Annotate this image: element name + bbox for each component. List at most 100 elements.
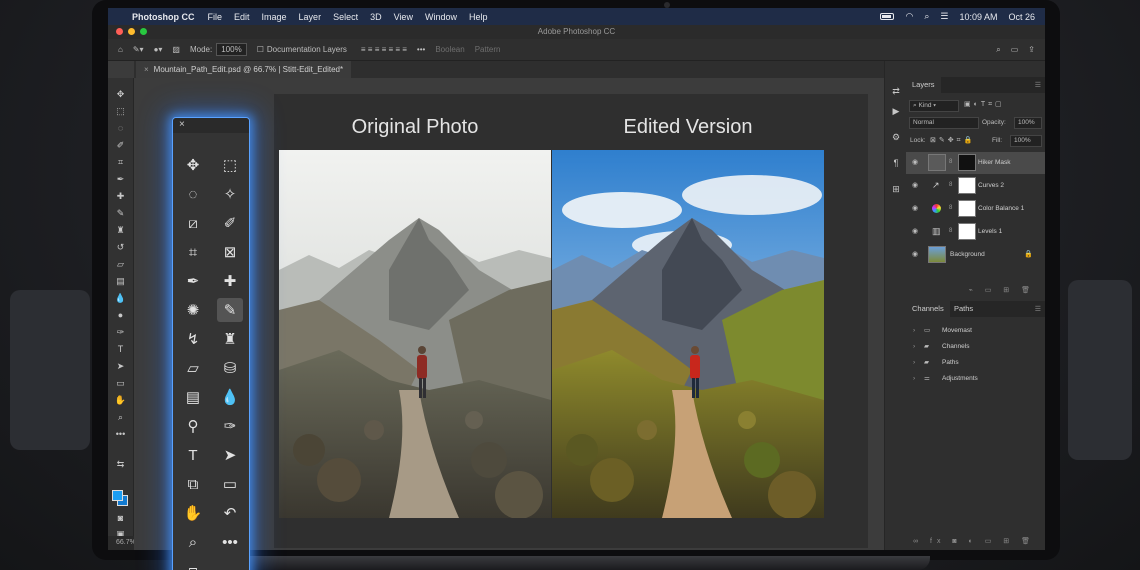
- mode-select[interactable]: 100%: [216, 43, 247, 56]
- lasso-tool-icon[interactable]: ◌: [114, 122, 127, 134]
- panel-footer-icons[interactable]: ∞ fx ◙ ◐ ▭ ⊞ 🗑: [906, 537, 1045, 549]
- panel-menu-icon[interactable]: ☰: [1035, 305, 1041, 313]
- menu-file[interactable]: File: [208, 12, 223, 22]
- layers-footer-icons[interactable]: ⌁ ▭ ⊞ 🗑: [906, 286, 1045, 298]
- eyedropper-tool-icon[interactable]: ✒: [114, 173, 127, 185]
- eye-icon[interactable]: ◉: [912, 250, 918, 258]
- magic-wand-tool-icon[interactable]: ✧: [217, 182, 243, 206]
- quick-select-tool-icon[interactable]: ✐: [114, 139, 127, 151]
- lasso-tool-icon[interactable]: ◌: [180, 182, 206, 206]
- healing-tool-icon[interactable]: ✚: [114, 190, 127, 202]
- layer-row[interactable]: ◉ Background 🔒: [906, 244, 1045, 266]
- layer-row[interactable]: ◉ ↗ 8 Curves 2: [906, 175, 1045, 197]
- blur-tool-icon[interactable]: 💧: [114, 292, 127, 304]
- zoom-tool-icon[interactable]: ⌕: [114, 411, 127, 423]
- menu-select[interactable]: Select: [333, 12, 358, 22]
- screen-mode-icon[interactable]: ⧈: [180, 559, 206, 570]
- boolean-button[interactable]: Boolean: [435, 45, 464, 54]
- path-select-tool-icon[interactable]: ➤: [114, 360, 127, 372]
- close-panel-icon[interactable]: ×: [179, 119, 185, 130]
- move-tool-icon[interactable]: ✥: [114, 88, 127, 100]
- panel-menu-icon[interactable]: ☰: [1035, 81, 1041, 89]
- pen-tool-icon[interactable]: ✑: [114, 326, 127, 338]
- stamp-tool-icon[interactable]: ♜: [114, 224, 127, 236]
- chevron-right-icon[interactable]: ›: [913, 323, 915, 339]
- align-icons[interactable]: ≡ ≡ ≡ ≡ ≡ ≡ ≡: [361, 45, 407, 54]
- dodge-tool-icon[interactable]: ●: [114, 309, 127, 321]
- document-canvas[interactable]: Original Photo Edited Version: [274, 94, 868, 548]
- battery-icon[interactable]: [880, 13, 895, 20]
- rectangle-tool-icon[interactable]: ▭: [217, 472, 243, 496]
- menu-3d[interactable]: 3D: [370, 12, 382, 22]
- glyphs-panel-icon[interactable]: ⊞: [890, 183, 902, 195]
- type-tool-icon[interactable]: T: [180, 443, 206, 467]
- more-tools-icon[interactable]: •••: [217, 530, 243, 554]
- direct-selection-tool-icon[interactable]: ➤: [217, 443, 243, 467]
- clock-date[interactable]: Oct 26: [1008, 12, 1035, 22]
- lock-icon[interactable]: 🔒: [1024, 250, 1033, 258]
- tools-panel-header[interactable]: ×: [173, 118, 249, 133]
- tab-channels[interactable]: Channels: [906, 301, 950, 317]
- doc-layers-checkbox[interactable]: ☐: [257, 45, 264, 54]
- zoom-window-icon[interactable]: [140, 28, 147, 35]
- history-brush-tool-icon[interactable]: ↯: [180, 327, 206, 351]
- layer-filter-icons[interactable]: ▣◐T⌗▢: [964, 100, 1005, 109]
- type-tool-icon[interactable]: T: [114, 343, 127, 355]
- layer-row[interactable]: ◉ 8 Hiker Mask: [906, 152, 1045, 174]
- layer-row[interactable]: ◉ ▥ 8 Levels 1: [906, 221, 1045, 243]
- menu-image[interactable]: Image: [262, 12, 287, 22]
- rotate-view-tool-icon[interactable]: ↶: [217, 501, 243, 525]
- edit-toolbar-icon[interactable]: ⇆: [114, 458, 127, 470]
- menu-window[interactable]: Window: [425, 12, 457, 22]
- search-icon[interactable]: ⌕: [924, 11, 929, 22]
- shape-tool-icon[interactable]: ▭: [114, 377, 127, 389]
- gradient-tool-icon[interactable]: ▤: [180, 385, 206, 409]
- frame-tool-icon[interactable]: ⊠: [217, 240, 243, 264]
- opacity-input[interactable]: 100%: [1014, 117, 1042, 129]
- channel-item[interactable]: › ▰ Channels: [906, 339, 1045, 355]
- brush-tool-icon[interactable]: ✎: [114, 207, 127, 219]
- history-brush-icon[interactable]: ↺: [114, 241, 127, 253]
- minimize-window-icon[interactable]: [128, 28, 135, 35]
- document-tab[interactable]: × Mountain_Path_Edit.psd @ 66.7% | Stitt-…: [136, 61, 352, 78]
- workspace-icon[interactable]: ▭: [1011, 45, 1019, 55]
- eraser-tool-icon[interactable]: ▱: [180, 356, 206, 380]
- menu-layer[interactable]: Layer: [299, 12, 322, 22]
- channel-item[interactable]: › ⚌ Adjustments: [906, 371, 1045, 387]
- eyedropper-tool-icon[interactable]: ✒: [180, 269, 206, 293]
- clone-stamp-tool-icon[interactable]: ♜: [217, 327, 243, 351]
- pattern-button[interactable]: Pattern: [475, 45, 501, 54]
- chevron-right-icon[interactable]: ›: [913, 371, 915, 387]
- menu-edit[interactable]: Edit: [234, 12, 250, 22]
- channel-item[interactable]: › ▭ Movemast: [906, 323, 1045, 339]
- polygonal-lasso-tool-icon[interactable]: ⧄: [180, 211, 206, 235]
- marquee-tool-icon[interactable]: ⬚: [114, 105, 127, 117]
- menu-help[interactable]: Help: [469, 12, 488, 22]
- layer-filter-select[interactable]: ⌕ Kind ▾: [909, 100, 959, 112]
- zoom-tool-icon[interactable]: ⌕: [180, 530, 206, 554]
- crop-tool-icon[interactable]: ⌗: [114, 156, 127, 168]
- perspective-warp-tool-icon[interactable]: ⧉: [180, 472, 206, 496]
- more-options-icon[interactable]: •••: [417, 45, 425, 54]
- rect-marquee-tool-icon[interactable]: ⬚: [217, 153, 243, 177]
- healing-brush-tool-icon[interactable]: ✚: [217, 269, 243, 293]
- chevron-right-icon[interactable]: ›: [913, 339, 915, 355]
- eye-icon[interactable]: ◉: [912, 227, 918, 235]
- blur-tool-icon[interactable]: 💧: [217, 385, 243, 409]
- eye-icon[interactable]: ◉: [912, 158, 918, 166]
- gradient-tool-icon[interactable]: ▤: [114, 275, 127, 287]
- hand-tool-icon[interactable]: ✋: [114, 394, 127, 406]
- menu-app-name[interactable]: Photoshop CC: [132, 12, 195, 22]
- blend-mode-select[interactable]: Normal: [909, 117, 979, 129]
- quick-mask-icon[interactable]: ◙: [114, 512, 127, 524]
- menu-view[interactable]: View: [394, 12, 413, 22]
- control-center-icon[interactable]: ☰: [940, 11, 948, 22]
- foreground-color-swatch[interactable]: [112, 490, 123, 501]
- actions-panel-icon[interactable]: ▶: [890, 105, 902, 117]
- search-icon[interactable]: ⌕: [996, 45, 1000, 55]
- adjustments-panel-icon[interactable]: ⚙: [890, 131, 902, 143]
- close-window-icon[interactable]: [116, 28, 123, 35]
- more-tools-icon[interactable]: •••: [114, 428, 127, 440]
- brush-settings-icon[interactable]: ▨: [172, 45, 180, 54]
- tab-layers[interactable]: Layers: [906, 77, 941, 93]
